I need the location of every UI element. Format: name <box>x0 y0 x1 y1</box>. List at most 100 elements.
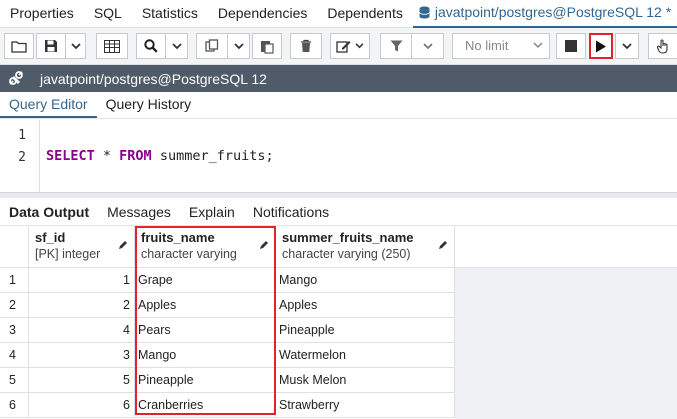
row-limit-value: No limit <box>465 38 509 53</box>
result-grid: sf_id [PK] integer fruits_name character… <box>0 226 677 419</box>
tab-query-history[interactable]: Query History <box>97 92 201 118</box>
column-header-summer-fruits-name[interactable]: summer_fruits_name character varying (25… <box>276 226 455 268</box>
cell-fruits-name[interactable]: Pears <box>135 318 276 343</box>
cell-sf-id[interactable]: 3 <box>29 343 135 368</box>
cell-fruits-name[interactable]: Apples <box>135 293 276 318</box>
execute-query-button[interactable] <box>589 33 613 59</box>
pencil-icon[interactable] <box>118 240 128 250</box>
floppy-disk-icon <box>45 40 57 52</box>
cell-summer-fruits-name[interactable]: Watermelon <box>276 343 455 368</box>
cell-summer-fruits-name[interactable]: Mango <box>276 268 455 293</box>
save-dropdown-button[interactable] <box>66 33 86 59</box>
cell-fruits-name[interactable]: Mango <box>135 343 276 368</box>
play-icon <box>596 40 606 52</box>
chevron-down-icon <box>622 42 632 49</box>
chevron-down-icon <box>422 42 433 49</box>
copy-dropdown-button[interactable] <box>228 33 250 59</box>
find-button[interactable] <box>136 33 166 59</box>
cell-sf-id[interactable]: 4 <box>29 318 135 343</box>
row-number-cell[interactable]: 6 <box>0 393 29 418</box>
database-icon <box>418 6 430 19</box>
tab-query-tool-label: javatpoint/postgres@PostgreSQL 12 * <box>434 4 672 20</box>
tab-notifications[interactable]: Notifications <box>244 204 338 220</box>
cell-sf-id[interactable]: 2 <box>29 293 135 318</box>
table-row[interactable]: 4 3 Mango Watermelon <box>0 343 455 368</box>
chevron-down-icon <box>171 42 182 49</box>
sql-operator: * <box>94 148 120 164</box>
tab-query-editor[interactable]: Query Editor <box>0 92 97 118</box>
stop-query-button[interactable] <box>556 33 586 59</box>
chevron-down-icon <box>70 42 81 49</box>
save-data-changes-button[interactable] <box>96 33 128 59</box>
tab-explain[interactable]: Explain <box>180 204 244 220</box>
header-empty-area <box>455 226 677 268</box>
column-type: character varying (250) <box>282 247 411 261</box>
table-row[interactable]: 6 6 Cranberries Strawberry <box>0 393 455 418</box>
column-header-fruits-name[interactable]: fruits_name character varying <box>135 226 276 268</box>
edit-button[interactable] <box>330 33 370 59</box>
table-row[interactable]: 1 1 Grape Mango <box>0 268 455 293</box>
open-file-button[interactable] <box>4 33 34 59</box>
sql-code-line[interactable]: SELECT * FROM summer_fruits; <box>46 148 274 164</box>
line-number: 1 <box>18 128 26 143</box>
cell-summer-fruits-name[interactable]: Pineapple <box>276 318 455 343</box>
row-number-cell[interactable]: 5 <box>0 368 29 393</box>
hand-pointer-icon <box>656 38 668 54</box>
row-number-cell[interactable]: 3 <box>0 318 29 343</box>
cell-fruits-name[interactable]: Pineapple <box>135 368 276 393</box>
find-dropdown-button[interactable] <box>166 33 188 59</box>
sql-table-name: summer_fruits; <box>151 148 274 164</box>
top-tab-bar: Properties SQL Statistics Dependencies D… <box>0 0 677 28</box>
row-number-cell[interactable]: 1 <box>0 268 29 293</box>
line-number-gutter: 1 2 <box>0 120 40 192</box>
chevron-down-icon <box>533 42 543 49</box>
column-type: character varying <box>141 247 237 261</box>
search-icon <box>144 39 158 53</box>
tab-messages[interactable]: Messages <box>98 204 180 220</box>
output-tab-bar: Data Output Messages Explain Notificatio… <box>0 198 677 226</box>
cell-summer-fruits-name[interactable]: Apples <box>276 293 455 318</box>
tab-dependents[interactable]: Dependents <box>317 0 413 28</box>
table-row[interactable]: 2 2 Apples Apples <box>0 293 455 318</box>
table-row[interactable]: 3 4 Pears Pineapple <box>0 318 455 343</box>
tab-dependencies[interactable]: Dependencies <box>208 0 318 28</box>
column-header-sf-id[interactable]: sf_id [PK] integer <box>29 226 135 268</box>
pan-button[interactable] <box>648 33 677 59</box>
editor-tab-bar: Query Editor Query History <box>0 92 677 119</box>
cell-fruits-name[interactable]: Cranberries <box>135 393 276 418</box>
cell-summer-fruits-name[interactable]: Strawberry <box>276 393 455 418</box>
row-number-cell[interactable]: 4 <box>0 343 29 368</box>
filter-icon <box>390 40 402 51</box>
execute-dropdown-button[interactable] <box>615 33 639 59</box>
filter-dropdown-button[interactable] <box>412 33 444 59</box>
pencil-icon[interactable] <box>438 240 448 250</box>
tab-properties[interactable]: Properties <box>0 0 84 28</box>
copy-button[interactable] <box>196 33 228 59</box>
tab-query-tool[interactable]: javatpoint/postgres@PostgreSQL 12 * <box>412 0 677 28</box>
filter-button[interactable] <box>380 33 412 59</box>
save-button[interactable] <box>36 33 66 59</box>
grid-empty-area <box>455 268 677 419</box>
cell-fruits-name[interactable]: Grape <box>135 268 276 293</box>
cell-sf-id[interactable]: 1 <box>29 268 135 293</box>
chevron-down-icon <box>233 42 244 49</box>
sql-keyword: FROM <box>119 148 152 164</box>
table-icon <box>104 39 120 53</box>
sql-keyword: SELECT <box>46 148 95 164</box>
tab-statistics[interactable]: Statistics <box>132 0 208 28</box>
tab-sql[interactable]: SQL <box>84 0 132 28</box>
cell-sf-id[interactable]: 6 <box>29 393 135 418</box>
connection-icon[interactable] <box>0 65 32 92</box>
cell-summer-fruits-name[interactable]: Musk Melon <box>276 368 455 393</box>
cell-sf-id[interactable]: 5 <box>29 368 135 393</box>
tab-data-output[interactable]: Data Output <box>0 204 98 220</box>
row-number-cell[interactable]: 2 <box>0 293 29 318</box>
delete-button[interactable] <box>290 33 322 59</box>
sql-editor[interactable]: 1 2 SELECT * FROM summer_fruits; <box>0 120 677 192</box>
copy-icon <box>205 39 219 52</box>
plug-icon <box>9 70 23 85</box>
row-limit-select[interactable]: No limit <box>452 33 550 59</box>
paste-button[interactable] <box>252 33 282 59</box>
table-row[interactable]: 5 5 Pineapple Musk Melon <box>0 368 455 393</box>
pencil-icon[interactable] <box>259 240 269 250</box>
